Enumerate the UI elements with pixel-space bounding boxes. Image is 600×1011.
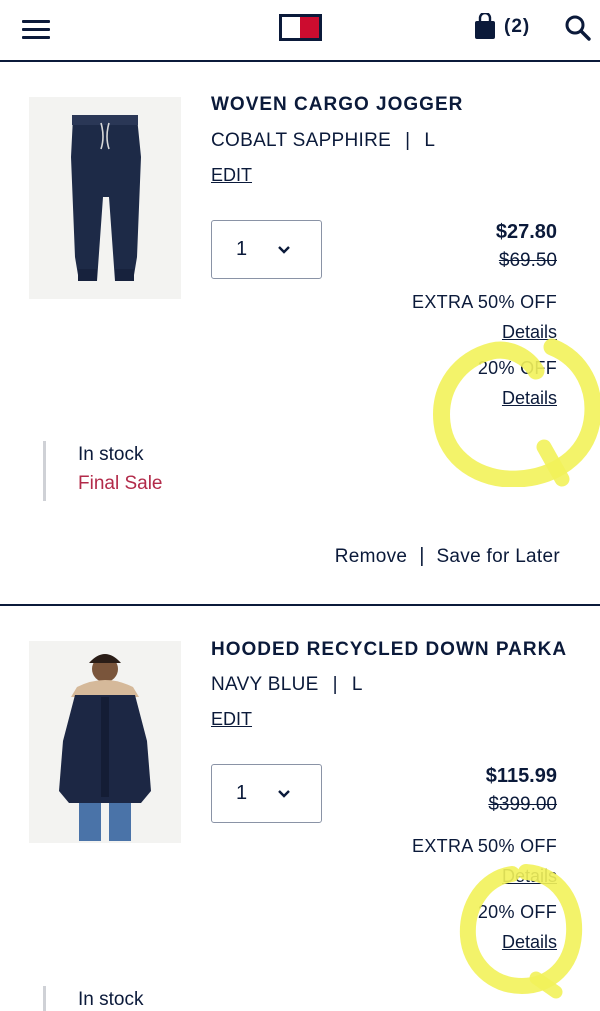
bag-count: (2) xyxy=(504,15,531,37)
product-size: L xyxy=(351,674,363,695)
promo-label: EXTRA 50% OFF xyxy=(412,292,557,312)
jogger-pants-image xyxy=(71,115,141,281)
sale-price: $27.80 xyxy=(495,221,557,243)
quantity-select[interactable]: 1 xyxy=(211,764,322,823)
product-color: COBALT SAPPHIRE xyxy=(211,130,392,151)
original-price: $399.00 xyxy=(488,794,557,815)
promo-details-link[interactable]: Details xyxy=(502,932,557,953)
shopping-bag-button[interactable]: (2) xyxy=(474,13,530,40)
cart-item: WOVEN CARGO JOGGER COBALT SAPPHIRE | L EDI… xyxy=(0,63,600,606)
original-price: $69.50 xyxy=(498,250,557,271)
quantity-value: 1 xyxy=(236,238,248,260)
hamburger-menu-icon[interactable] xyxy=(22,18,50,40)
stock-status: In stock Final Sale xyxy=(43,441,163,501)
variant-separator: | xyxy=(405,130,411,151)
stock-label: In stock xyxy=(78,989,144,1010)
product-size: L xyxy=(424,130,436,151)
product-color: NAVY BLUE xyxy=(211,674,319,695)
promo-details-link[interactable]: Details xyxy=(502,322,557,343)
chevron-down-icon xyxy=(278,790,290,798)
brand-flag-logo[interactable] xyxy=(279,14,322,41)
quantity-select[interactable]: 1 xyxy=(211,220,322,279)
item-actions: Remove | Save for Later xyxy=(335,545,560,568)
final-sale-label: Final Sale xyxy=(78,473,163,494)
save-for-later-button[interactable]: Save for Later xyxy=(436,546,560,568)
actions-separator: | xyxy=(419,545,425,567)
product-variant: NAVY BLUE | L xyxy=(211,674,363,696)
sale-price: $115.99 xyxy=(485,765,557,787)
shopping-bag-icon xyxy=(475,13,495,39)
promo-details-link[interactable]: Details xyxy=(502,866,557,887)
quantity-value: 1 xyxy=(236,782,248,804)
cart-item: HOODED RECYCLED DOWN PARKA NAVY BLUE | L E… xyxy=(0,608,600,1011)
stock-label: In stock xyxy=(78,444,144,465)
promo-details-link[interactable]: Details xyxy=(502,388,557,409)
product-image-jogger[interactable] xyxy=(29,97,181,299)
remove-button[interactable]: Remove xyxy=(335,546,408,568)
product-name[interactable]: WOVEN CARGO JOGGER xyxy=(211,94,463,116)
stock-status: In stock xyxy=(43,986,143,1011)
promo-label: 20% OFF xyxy=(477,902,557,922)
edit-link[interactable]: EDIT xyxy=(211,165,252,186)
site-header: (2) xyxy=(0,0,600,62)
search-icon[interactable] xyxy=(564,14,592,42)
parka-model-image xyxy=(59,654,151,841)
promo-label: EXTRA 50% OFF xyxy=(412,836,557,856)
variant-separator: | xyxy=(332,674,338,695)
product-name[interactable]: HOODED RECYCLED DOWN PARKA xyxy=(211,639,567,661)
edit-link[interactable]: EDIT xyxy=(211,709,252,730)
product-image-parka[interactable] xyxy=(29,641,181,843)
promo-label: 20% OFF xyxy=(477,358,557,378)
chevron-down-icon xyxy=(278,246,290,254)
product-variant: COBALT SAPPHIRE | L xyxy=(211,130,435,152)
